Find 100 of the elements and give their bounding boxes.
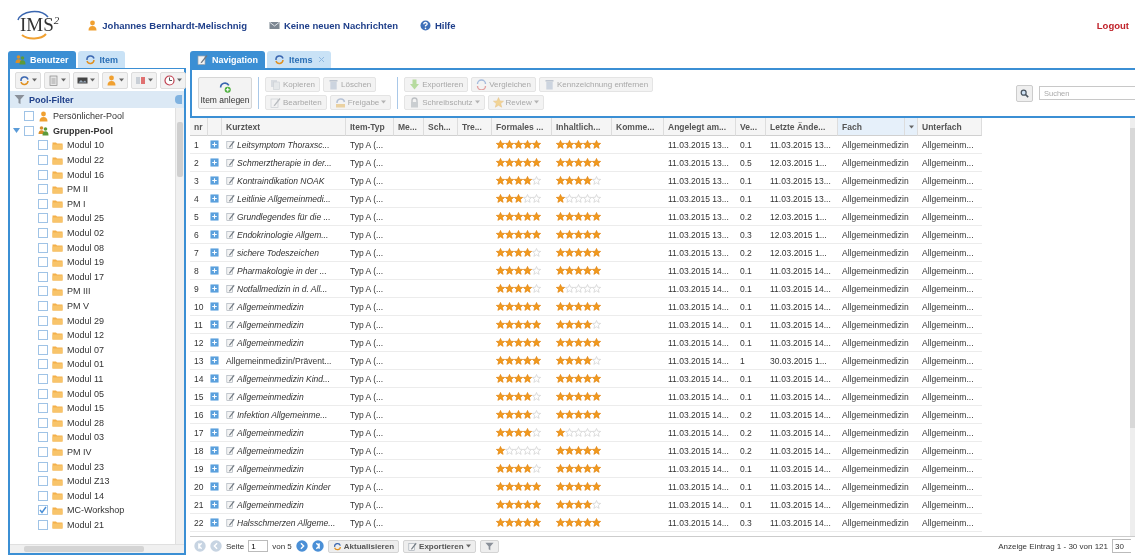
- checkbox[interactable]: [38, 461, 48, 472]
- filter-button[interactable]: [479, 539, 499, 553]
- column-header[interactable]: Komme...: [612, 118, 664, 136]
- tree-item[interactable]: Modul 08: [67, 242, 105, 253]
- column-header[interactable]: Item-Typ: [346, 118, 394, 136]
- tree-item[interactable]: MC-Workshop: [67, 505, 125, 516]
- tree-item[interactable]: Modul 01: [67, 359, 105, 370]
- tree-item[interactable]: PM II: [67, 184, 88, 195]
- tree-item[interactable]: Persönlicher-Pool: [53, 111, 125, 122]
- checkbox[interactable]: [38, 505, 48, 516]
- star-icon: [532, 518, 541, 527]
- checkbox[interactable]: [38, 359, 48, 370]
- tree-item[interactable]: PM IV: [67, 446, 92, 457]
- star-icon: [565, 374, 574, 383]
- tree-item[interactable]: Modul 02: [67, 228, 105, 239]
- tree-item[interactable]: Modul 22: [67, 155, 105, 166]
- checkbox[interactable]: [38, 374, 48, 384]
- collapse-handle[interactable]: [175, 95, 182, 104]
- tree-item[interactable]: Gruppen-Pool: [53, 125, 113, 136]
- close-icon[interactable]: [318, 57, 324, 62]
- checkbox[interactable]: [38, 403, 48, 414]
- checkbox[interactable]: [38, 476, 48, 487]
- search-button[interactable]: [1016, 84, 1033, 102]
- checkbox[interactable]: [24, 125, 34, 136]
- logout-link[interactable]: Logout: [1096, 20, 1129, 31]
- checkbox[interactable]: [24, 111, 34, 122]
- checkbox[interactable]: [38, 228, 48, 239]
- pager-button[interactable]: [311, 540, 324, 552]
- tree-item[interactable]: Modul 16: [67, 169, 105, 180]
- tree-item[interactable]: Modul Z13: [67, 476, 110, 487]
- column-header[interactable]: nr: [190, 118, 208, 136]
- column-header[interactable]: Kurztext: [222, 118, 346, 136]
- checkbox[interactable]: [38, 301, 48, 311]
- checkbox[interactable]: [38, 271, 48, 282]
- tree-item[interactable]: PM I: [67, 198, 86, 209]
- tree-item[interactable]: Modul 28: [67, 417, 105, 428]
- tree-item[interactable]: Modul 12: [67, 330, 105, 341]
- column-header[interactable]: Angelegt am...: [664, 118, 736, 136]
- checkbox[interactable]: [38, 330, 48, 341]
- checkbox[interactable]: [38, 140, 48, 151]
- page-field[interactable]: 1: [248, 540, 269, 552]
- column-header[interactable]: Inhaltlich...: [552, 118, 612, 136]
- tree-item[interactable]: Modul 03: [67, 432, 105, 443]
- column-header[interactable]: [208, 118, 222, 136]
- tree-item[interactable]: Modul 11: [67, 374, 104, 384]
- tree-item[interactable]: Modul 15: [67, 403, 105, 414]
- tree-item[interactable]: Modul 23: [67, 461, 105, 472]
- star-icon: [565, 356, 574, 365]
- column-header[interactable]: Letzte Ände...: [766, 118, 838, 136]
- column-header[interactable]: Ve...: [736, 118, 766, 136]
- tree-item[interactable]: Modul 05: [67, 388, 105, 399]
- checkbox[interactable]: [38, 155, 48, 166]
- pager-button[interactable]: [295, 540, 308, 552]
- checkbox[interactable]: [38, 242, 48, 253]
- checkbox[interactable]: [38, 344, 48, 355]
- tree-item[interactable]: Modul 14: [67, 490, 105, 501]
- checkbox[interactable]: [38, 213, 48, 224]
- scrollbar[interactable]: [175, 108, 184, 544]
- tree-item[interactable]: Modul 07: [67, 344, 105, 355]
- tree-item[interactable]: Modul 19: [67, 257, 105, 268]
- tree-item[interactable]: Modul 25: [67, 213, 105, 224]
- checkbox[interactable]: [38, 417, 48, 428]
- tree-item[interactable]: Modul 10: [67, 140, 105, 151]
- tree-item[interactable]: Modul 29: [67, 315, 105, 326]
- expand-arrow-icon[interactable]: [12, 127, 20, 135]
- checkbox[interactable]: [38, 257, 48, 268]
- column-header[interactable]: Formales ...: [492, 118, 552, 136]
- help-link[interactable]: Hilfe: [419, 19, 456, 31]
- menu-button[interactable]: [15, 71, 41, 89]
- checkbox[interactable]: [38, 432, 48, 443]
- tree-item[interactable]: Modul 17: [67, 271, 105, 282]
- checkbox[interactable]: [38, 446, 48, 457]
- scrollbar[interactable]: [10, 544, 184, 553]
- create-button[interactable]: Item anlegen: [198, 77, 252, 109]
- refresh-button[interactable]: Aktualisieren: [327, 539, 400, 553]
- checkbox[interactable]: [38, 388, 48, 399]
- checkbox[interactable]: [38, 169, 48, 180]
- tree-item[interactable]: PM V: [67, 301, 89, 311]
- page-size-field[interactable]: 30: [1112, 539, 1131, 553]
- checkbox[interactable]: [38, 184, 48, 195]
- export-button[interactable]: Exportieren: [403, 539, 476, 553]
- user-link[interactable]: Johannes Bernhardt-Melischnig: [87, 19, 247, 31]
- tab[interactable]: Items: [267, 51, 331, 68]
- checkbox[interactable]: [38, 490, 48, 501]
- scrollbar[interactable]: [1130, 118, 1135, 536]
- tab[interactable]: Item: [77, 51, 126, 68]
- messages-link[interactable]: Keine neuen Nachrichten: [268, 19, 398, 31]
- checkbox[interactable]: [38, 286, 48, 297]
- column-header[interactable]: Tre...: [458, 118, 492, 136]
- tree-item[interactable]: PM III: [67, 286, 91, 297]
- tree-item[interactable]: Modul 21: [67, 519, 105, 530]
- checkbox[interactable]: [38, 198, 48, 209]
- column-header[interactable]: Fach: [838, 118, 918, 136]
- checkbox[interactable]: [38, 315, 48, 326]
- column-header[interactable]: Unterfach: [918, 118, 982, 136]
- menu-button[interactable]: [160, 71, 186, 89]
- menu-button[interactable]: [73, 71, 99, 89]
- column-header[interactable]: Sch...: [424, 118, 458, 136]
- column-header[interactable]: Me...: [394, 118, 424, 136]
- checkbox[interactable]: [38, 519, 48, 530]
